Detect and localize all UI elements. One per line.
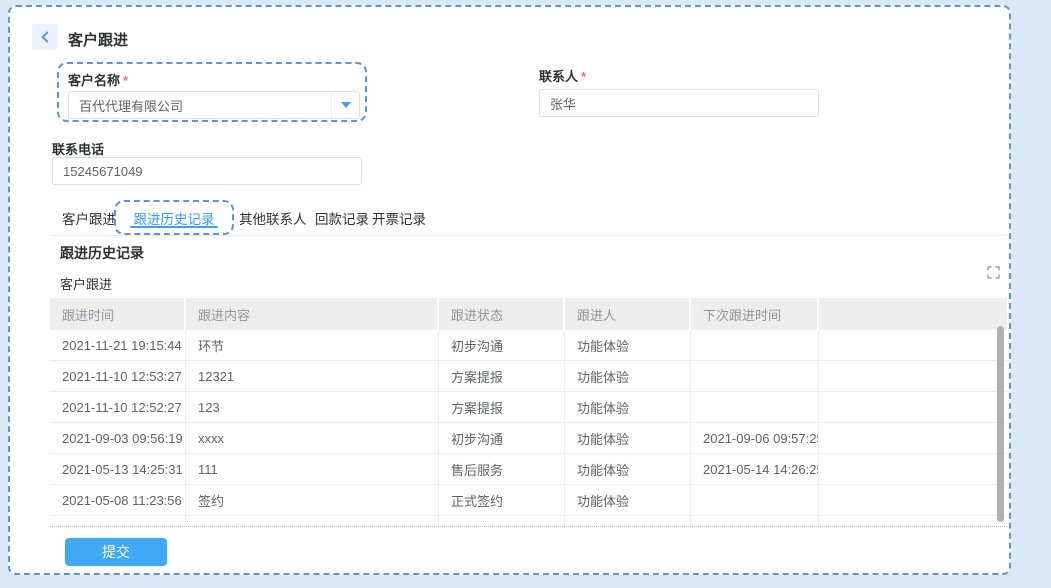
customer-name-label: 客户名称* (68, 70, 128, 89)
table-cell: 2021-05-19 11:23:51 (691, 516, 819, 526)
table-row: 2021-11-10 12:52:27123方案提报功能体验 (50, 392, 1007, 423)
table-header-cell: 下次跟进时间 (691, 298, 819, 330)
page-background: { "page": { "title": "客户跟进" }, "form": {… (0, 0, 1051, 588)
table-cell: 功能体验 (565, 330, 691, 360)
tab-label: 跟进历史记录 (134, 208, 215, 228)
table-cell: 功能体验 (565, 361, 691, 391)
table-cell: 2021-05-08 11:23:56 (50, 485, 186, 515)
table-cell (819, 330, 1007, 360)
tab-other-contacts[interactable]: 其他联系人 (239, 208, 307, 228)
table-cell: 2021-11-10 12:53:27 (50, 361, 186, 391)
tab-invoice-records[interactable]: 开票记录 (372, 208, 426, 228)
table-cell: 2021-05-08 11:22:38 (50, 516, 186, 526)
table-cell: 功能体验 (565, 454, 691, 484)
required-asterisk: * (123, 73, 128, 88)
table-cell (819, 516, 1007, 526)
table-row: 2021-05-13 14:25:31111售后服务功能体验2021-05-14… (50, 454, 1007, 485)
table-header-cell: 跟进人 (565, 298, 691, 330)
table-cell: 2021-09-06 09:57:25 (691, 423, 819, 453)
table-row: 2021-11-21 19:15:44环节初步沟通功能体验 (50, 330, 1007, 361)
table-cell: 2021-05-13 14:25:31 (50, 454, 186, 484)
section-subtitle: 客户跟进 (60, 274, 112, 293)
fullscreen-icon[interactable] (987, 266, 1000, 279)
table-cell: 初步沟通 (439, 423, 565, 453)
table-row: 2021-05-08 11:22:38合同谈判合同谈判功能体验2021-05-1… (50, 516, 1007, 526)
contact-label-text: 联系人 (539, 69, 578, 84)
phone-input[interactable] (52, 157, 362, 185)
table-row: 2021-11-10 12:53:2712321方案提报功能体验 (50, 361, 1007, 392)
table-clip-line (50, 526, 1007, 527)
table-cell (819, 392, 1007, 422)
table-cell: 方案提报 (439, 392, 565, 422)
tabs-divider (50, 235, 1007, 236)
submit-button[interactable]: 提交 (65, 538, 167, 566)
table-cell: 合同谈判 (439, 516, 565, 526)
table-scrollbar[interactable] (997, 326, 1004, 522)
customer-name-caret-zone[interactable] (331, 92, 359, 118)
table-cell: 2021-05-14 14:26:25 (691, 454, 819, 484)
caret-down-icon (341, 102, 351, 108)
active-tab-underline (130, 226, 218, 228)
table-cell: 功能体验 (565, 423, 691, 453)
table-header-cell: 跟进内容 (186, 298, 439, 330)
table-cell: 功能体验 (565, 485, 691, 515)
table-header-cell: 跟进时间 (50, 298, 186, 330)
tab-bar: 客户跟进跟进历史记录 其他联系人回款记录开票记录 (10, 200, 1009, 236)
tab-customer-followup[interactable]: 客户跟进 (62, 208, 116, 228)
table-cell: 方案提报 (439, 361, 565, 391)
table-cell (691, 361, 819, 391)
customer-name-select[interactable]: 百代代理有限公司 (68, 91, 360, 119)
table-cell (691, 330, 819, 360)
table-cell (691, 485, 819, 515)
table-cell (691, 392, 819, 422)
customer-name-selected-value: 百代代理有限公司 (69, 96, 331, 115)
table-cell: 功能体验 (565, 516, 691, 526)
table-cell (819, 361, 1007, 391)
tab-followup-history[interactable]: 跟进历史记录 (114, 200, 234, 235)
required-asterisk: * (581, 69, 586, 84)
table-cell: 2021-09-03 09:56:19 (50, 423, 186, 453)
contact-input[interactable] (539, 89, 819, 117)
table-cell: 合同谈判 (186, 516, 439, 526)
table-cell: 111 (186, 454, 439, 484)
table-cell: 12321 (186, 361, 439, 391)
table-cell: 123 (186, 392, 439, 422)
contact-label: 联系人* (539, 66, 586, 85)
table-cell: 售后服务 (439, 454, 565, 484)
table-cell: 初步沟通 (439, 330, 565, 360)
phone-label: 联系电话 (52, 139, 104, 158)
table-header-cell: 跟进状态 (439, 298, 565, 330)
section-title: 跟进历史记录 (60, 243, 144, 263)
table-cell (819, 423, 1007, 453)
table-row: 2021-05-08 11:23:56签约正式签约功能体验 (50, 485, 1007, 516)
customer-followup-panel: 客户跟进 客户名称* 百代代理有限公司 联系人* 联系电话 客户跟进跟进历史记录… (8, 5, 1011, 575)
back-button[interactable] (32, 24, 58, 50)
table-cell: 功能体验 (565, 392, 691, 422)
customer-name-field-group: 客户名称* 百代代理有限公司 (57, 62, 367, 122)
table-cell (819, 485, 1007, 515)
tab-payment-records[interactable]: 回款记录 (315, 208, 369, 228)
table-cell: xxxx (186, 423, 439, 453)
page-title: 客户跟进 (68, 29, 128, 50)
table-cell: 环节 (186, 330, 439, 360)
table-cell: 2021-11-21 19:15:44 (50, 330, 186, 360)
table-cell: 2021-11-10 12:52:27 (50, 392, 186, 422)
chevron-left-icon (41, 31, 52, 42)
table-row: 2021-09-03 09:56:19xxxx初步沟通功能体验2021-09-0… (50, 423, 1007, 454)
followup-history-table: 跟进时间跟进内容跟进状态跟进人下次跟进时间 2021-11-21 19:15:4… (50, 298, 1007, 526)
table-cell: 签约 (186, 485, 439, 515)
table-cell (819, 454, 1007, 484)
table-header-row: 跟进时间跟进内容跟进状态跟进人下次跟进时间 (50, 298, 1007, 330)
customer-name-label-text: 客户名称 (68, 73, 120, 88)
table-header-cell (819, 298, 1007, 330)
table-cell: 正式签约 (439, 485, 565, 515)
